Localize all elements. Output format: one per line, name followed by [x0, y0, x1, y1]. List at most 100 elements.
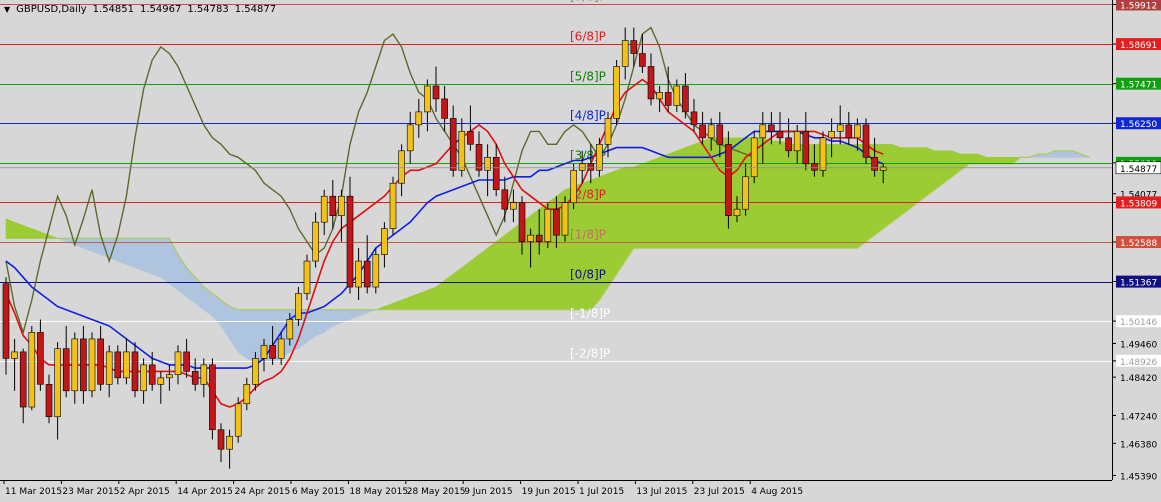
candle-body [484, 156, 491, 171]
cloud-segment [788, 144, 798, 249]
candle-body [449, 118, 457, 171]
cloud-segment [478, 247, 488, 311]
candle-body [183, 351, 190, 372]
cloud-segment [900, 147, 910, 217]
candle-body [785, 137, 792, 152]
cloud-segment [504, 228, 514, 311]
candle-body [234, 403, 242, 437]
candle-body [174, 351, 182, 375]
cloud-segment [315, 309, 325, 337]
cloud-segment [676, 147, 686, 249]
candle-body [260, 345, 268, 359]
candle-body [19, 351, 27, 408]
time-tick-label: 4 Aug 2015 [751, 487, 803, 497]
candle-body [312, 221, 319, 262]
cloud-segment [134, 238, 144, 272]
candle-body [243, 384, 251, 405]
level-label: [0/8]P [570, 268, 606, 282]
candle-body [673, 85, 681, 106]
candle-body [71, 338, 79, 392]
cloud-segment [160, 238, 170, 285]
candle-body [733, 208, 741, 216]
time-tick-label: 19 Jun 2015 [522, 487, 576, 497]
price-chart[interactable]: [7/8]P[6/8]P[5/8]P[4/8]P[3/8]P[2/8]P[1/8… [0, 0, 1161, 498]
candle-body [320, 195, 328, 223]
cloud-segment [968, 153, 979, 165]
open-value: 1.54851 [92, 4, 135, 15]
candle-body [768, 124, 775, 132]
level-price-tag-label: 1.57471 [1120, 81, 1157, 91]
candle-body [277, 338, 285, 359]
cloud-segment [925, 147, 936, 197]
time-tick-label: 28 May 2015 [407, 487, 466, 497]
candle-body [871, 156, 878, 171]
cloud-segment [1003, 156, 1013, 165]
candle-body [363, 260, 371, 288]
candle-body [37, 332, 44, 385]
cloud-segment [5, 218, 15, 239]
cloud-segment [1054, 150, 1065, 158]
time-tick-label: 23 Mar 2015 [62, 487, 119, 497]
cloud-segment [143, 238, 153, 275]
candle-body [819, 137, 827, 171]
time-tick-label: 13 Jul 2015 [636, 487, 687, 497]
level-price-tag-label: 1.56250 [1120, 120, 1157, 130]
candle-body [759, 124, 767, 139]
level-label: [4/8]P [570, 109, 606, 123]
candle-body [467, 131, 474, 145]
candle-body [613, 66, 620, 119]
cloud-segment [1063, 150, 1073, 158]
candle-body [88, 338, 96, 392]
level-price-tag-label: 1.53809 [1120, 199, 1157, 209]
cloud-segment [891, 143, 901, 223]
cloud-segment [908, 147, 918, 210]
cloud-segment [667, 150, 678, 249]
candle-body [338, 195, 345, 216]
cloud-segment [857, 144, 867, 249]
cloud-segment [495, 234, 506, 311]
price-tick-label: 1.47240 [1120, 412, 1157, 422]
candle-body [252, 358, 259, 385]
candle-body [561, 202, 569, 236]
level-price-tag-label: 1.51367 [1120, 279, 1157, 289]
candle-body [836, 124, 844, 132]
candle-body [535, 234, 543, 242]
candle-body [45, 384, 53, 418]
candle-body [355, 260, 362, 288]
cloud-segment [418, 289, 428, 311]
candle-body [725, 144, 732, 216]
candle-body [97, 338, 104, 385]
candle-body [587, 163, 595, 171]
candle-body [114, 351, 122, 379]
candle-body [286, 319, 294, 340]
candle-body [682, 85, 689, 113]
candle-body [750, 137, 758, 178]
low-value: 1.54783 [187, 4, 229, 15]
time-tick-label: 1 Jul 2015 [579, 487, 624, 497]
candle-body [828, 131, 835, 139]
candle-body [862, 124, 870, 158]
cloud-segment [616, 166, 626, 276]
level-price-tag-label: 1.59912 [1120, 1, 1157, 11]
cloud-segment [762, 137, 772, 249]
candle-body [28, 332, 36, 408]
candle-body [707, 124, 715, 139]
level-label: [7/8]P [570, 0, 606, 4]
time-tick-label: 18 May 2015 [349, 487, 408, 497]
cloud-segment [624, 166, 635, 263]
candle-body [742, 176, 749, 210]
cloud-segment [444, 273, 454, 311]
candle-body [441, 98, 448, 119]
candle-body [123, 351, 130, 379]
candle-body [226, 435, 233, 450]
candle-body [148, 364, 156, 385]
cloud-segment [151, 238, 162, 278]
dropdown-triangle-icon[interactable]: ▼ [4, 5, 10, 14]
candle-body [105, 351, 113, 385]
candle-body [140, 364, 147, 392]
level-price-tag-label: 1.52588 [1120, 239, 1157, 249]
candle-body [62, 348, 70, 392]
candle-body [209, 364, 216, 431]
candle-body [157, 377, 165, 385]
time-tick-label: 14 Apr 2015 [177, 487, 233, 497]
